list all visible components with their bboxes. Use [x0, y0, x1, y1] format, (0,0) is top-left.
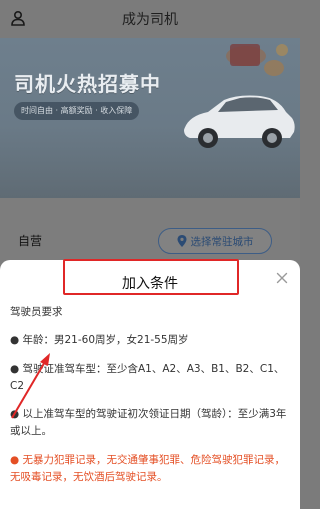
recruit-banner[interactable]: 司机火热招募中 时间自由 · 高额奖励 · 收入保障	[0, 38, 300, 198]
select-city-button[interactable]: 选择常驻城市	[158, 228, 272, 254]
join-conditions-sheet: 加入条件 驾驶员要求 ● 年龄：男21-60周岁，女21-55周岁 ● 驾驶证准…	[0, 260, 300, 509]
page-title: 成为司机	[122, 12, 178, 28]
sheet-title: 加入条件	[122, 276, 178, 292]
banner-subtitle: 时间自由 · 高额奖励 · 收入保障	[14, 102, 140, 120]
service-type-label: 自营	[18, 234, 43, 248]
close-icon[interactable]	[274, 270, 290, 286]
section-title: 驾驶员要求	[10, 306, 63, 318]
select-city-label: 选择常驻城市	[190, 235, 254, 248]
location-pin-icon	[177, 235, 186, 247]
banner-title: 司机火热招募中	[14, 72, 161, 96]
requirement-item-warning: ● 无暴力犯罪记录，无交通肇事犯罪、危险驾驶犯罪记录，无吸毒记录，无饮酒后驾驶记…	[10, 454, 285, 483]
top-bar: 成为司机	[0, 0, 300, 38]
requirement-item: ● 以上准驾车型的驾驶证初次领证日期（驾龄）：至少满3年或以上。	[10, 408, 287, 437]
requirement-item: ● 驾驶证准驾车型：至少含A1、A2、A3、B1、B2、C1、C2	[10, 363, 285, 392]
car-illustration	[184, 95, 295, 148]
requirement-item: ● 年龄：男21-60周岁，女21-55周岁	[10, 334, 189, 346]
